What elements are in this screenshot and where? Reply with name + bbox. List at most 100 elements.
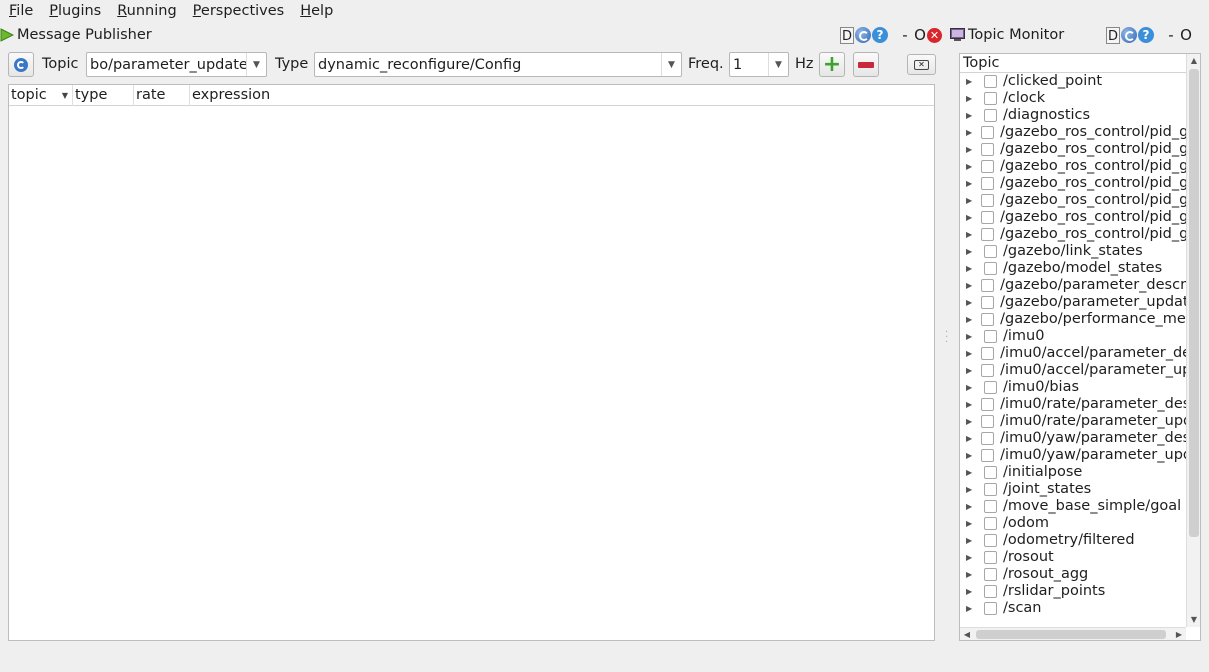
topic-row[interactable]: ▶ /gazebo/model_states bbox=[960, 260, 1186, 277]
topic-combo[interactable]: bo/parameter_updates ▼ bbox=[86, 52, 267, 77]
expand-arrow-icon[interactable]: ▶ bbox=[966, 298, 972, 307]
topic-checkbox[interactable] bbox=[984, 568, 997, 581]
topic-checkbox[interactable] bbox=[984, 330, 997, 343]
topic-checkbox[interactable] bbox=[981, 126, 995, 139]
topic-checkbox[interactable] bbox=[984, 602, 997, 615]
column-type[interactable]: type bbox=[73, 85, 134, 106]
publisher-close-icon[interactable]: ✕ bbox=[927, 27, 942, 43]
topic-checkbox[interactable] bbox=[981, 160, 995, 173]
topic-checkbox[interactable] bbox=[981, 194, 995, 207]
topic-row[interactable]: ▶ /odometry/filtered bbox=[960, 532, 1186, 549]
chevron-down-icon[interactable]: ▼ bbox=[246, 53, 266, 76]
topic-checkbox[interactable] bbox=[984, 75, 997, 88]
topic-row[interactable]: ▶ /imu0/rate/parameter_desc bbox=[960, 396, 1186, 413]
topic-row[interactable]: ▶ /imu0 bbox=[960, 328, 1186, 345]
topic-row[interactable]: ▶ /imu0/accel/parameter_upc bbox=[960, 362, 1186, 379]
expand-arrow-icon[interactable]: ▶ bbox=[966, 77, 975, 86]
refresh-topics-button[interactable] bbox=[8, 52, 34, 77]
topic-row[interactable]: ▶ /joint_states bbox=[960, 481, 1186, 498]
menu-help[interactable]: Help bbox=[291, 0, 340, 22]
topic-row[interactable]: ▶ /gazebo/parameter_descrip bbox=[960, 277, 1186, 294]
topic-row[interactable]: ▶ /clicked_point bbox=[960, 73, 1186, 90]
expand-arrow-icon[interactable]: ▶ bbox=[966, 281, 972, 290]
topic-row[interactable]: ▶ /gazebo_ros_control/pid_g bbox=[960, 192, 1186, 209]
menu-plugins[interactable]: Plugins bbox=[40, 0, 108, 22]
menu-file[interactable]: File bbox=[0, 0, 40, 22]
topic-row[interactable]: ▶ /imu0/bias bbox=[960, 379, 1186, 396]
expand-arrow-icon[interactable]: ▶ bbox=[966, 94, 975, 103]
expand-arrow-icon[interactable]: ▶ bbox=[966, 383, 975, 392]
expand-arrow-icon[interactable]: ▶ bbox=[966, 434, 972, 443]
topic-row[interactable]: ▶ /gazebo_ros_control/pid_g bbox=[960, 209, 1186, 226]
column-topic[interactable]: topic ▼ bbox=[9, 85, 73, 106]
topic-row[interactable]: ▶ /gazebo_ros_control/pid_g bbox=[960, 175, 1186, 192]
topic-checkbox[interactable] bbox=[981, 143, 995, 156]
menu-perspectives[interactable]: Perspectives bbox=[184, 0, 292, 22]
column-rate[interactable]: rate bbox=[134, 85, 190, 106]
topic-row[interactable]: ▶ /odom bbox=[960, 515, 1186, 532]
topic-row[interactable]: ▶ /imu0/accel/parameter_des bbox=[960, 345, 1186, 362]
vertical-scrollbar[interactable]: ▲ ▼ bbox=[1186, 54, 1200, 627]
topic-row[interactable]: ▶ /move_base_simple/goal bbox=[960, 498, 1186, 515]
topic-checkbox[interactable] bbox=[981, 449, 995, 462]
topic-row[interactable]: ▶ /gazebo/performance_met bbox=[960, 311, 1186, 328]
expand-arrow-icon[interactable]: ▶ bbox=[966, 519, 975, 528]
publisher-reload-icon[interactable] bbox=[855, 27, 871, 43]
topic-row[interactable]: ▶ /rslidar_points bbox=[960, 583, 1186, 600]
expand-arrow-icon[interactable]: ▶ bbox=[966, 111, 975, 120]
topic-row[interactable]: ▶ /gazebo/parameter_update bbox=[960, 294, 1186, 311]
topic-row[interactable]: ▶ /gazebo/link_states bbox=[960, 243, 1186, 260]
topic-checkbox[interactable] bbox=[981, 364, 995, 377]
topic-checkbox[interactable] bbox=[984, 551, 997, 564]
expand-arrow-icon[interactable]: ▶ bbox=[966, 570, 975, 579]
topic-column-header[interactable]: Topic bbox=[960, 54, 1186, 73]
topic-checkbox[interactable] bbox=[984, 517, 997, 530]
publisher-d-button[interactable]: D bbox=[840, 26, 854, 44]
menu-running[interactable]: Running bbox=[108, 0, 183, 22]
topic-checkbox[interactable] bbox=[981, 228, 995, 241]
expand-arrow-icon[interactable]: ▶ bbox=[966, 553, 975, 562]
remove-publisher-button[interactable] bbox=[853, 52, 879, 77]
monitor-help-icon[interactable]: ? bbox=[1138, 27, 1154, 43]
topic-row[interactable]: ▶ /clock bbox=[960, 90, 1186, 107]
scroll-right-icon[interactable]: ▶ bbox=[1172, 628, 1186, 640]
expand-arrow-icon[interactable]: ▶ bbox=[966, 230, 972, 239]
expand-arrow-icon[interactable]: ▶ bbox=[966, 485, 975, 494]
topic-checkbox[interactable] bbox=[984, 381, 997, 394]
expand-arrow-icon[interactable]: ▶ bbox=[966, 502, 975, 511]
monitor-reload-icon[interactable] bbox=[1121, 27, 1137, 43]
expand-arrow-icon[interactable]: ▶ bbox=[966, 332, 975, 341]
topic-checkbox[interactable] bbox=[981, 347, 995, 360]
topic-checkbox[interactable] bbox=[981, 432, 995, 445]
publisher-table[interactable]: topic ▼ type rate expression bbox=[8, 84, 935, 641]
dock-splitter-handle[interactable]: · · · bbox=[945, 328, 948, 348]
topic-checkbox[interactable] bbox=[981, 211, 995, 224]
expand-arrow-icon[interactable]: ▶ bbox=[966, 604, 975, 613]
expand-arrow-icon[interactable]: ▶ bbox=[966, 264, 975, 273]
topic-row[interactable]: ▶ /initialpose bbox=[960, 464, 1186, 481]
topic-row[interactable]: ▶ /rosout bbox=[960, 549, 1186, 566]
topic-checkbox[interactable] bbox=[984, 245, 997, 258]
topic-checkbox[interactable] bbox=[984, 585, 997, 598]
type-combo[interactable]: dynamic_reconfigure/Config ▼ bbox=[314, 52, 682, 77]
column-expression[interactable]: expression bbox=[190, 85, 934, 106]
topic-checkbox[interactable] bbox=[981, 296, 995, 309]
expand-arrow-icon[interactable]: ▶ bbox=[966, 162, 972, 171]
expand-arrow-icon[interactable]: ▶ bbox=[966, 349, 972, 358]
expand-arrow-icon[interactable]: ▶ bbox=[966, 417, 972, 426]
monitor-d-button[interactable]: D bbox=[1106, 26, 1120, 44]
topic-checkbox[interactable] bbox=[984, 262, 997, 275]
topic-checkbox[interactable] bbox=[984, 483, 997, 496]
topic-row[interactable]: ▶ /gazebo_ros_control/pid_g bbox=[960, 158, 1186, 175]
topic-checkbox[interactable] bbox=[984, 500, 997, 513]
scroll-down-icon[interactable]: ▼ bbox=[1187, 613, 1200, 627]
expand-arrow-icon[interactable]: ▶ bbox=[966, 196, 972, 205]
horizontal-scroll-thumb[interactable] bbox=[976, 630, 1166, 639]
chevron-down-icon[interactable]: ▼ bbox=[661, 53, 681, 76]
topic-checkbox[interactable] bbox=[981, 415, 995, 428]
monitor-float-button[interactable]: O bbox=[1180, 26, 1192, 44]
expand-arrow-icon[interactable]: ▶ bbox=[966, 366, 972, 375]
topic-row[interactable]: ▶ /imu0/yaw/parameter_upd bbox=[960, 447, 1186, 464]
topic-row[interactable]: ▶ /diagnostics bbox=[960, 107, 1186, 124]
monitor-minimize-button[interactable]: - bbox=[1163, 26, 1179, 44]
